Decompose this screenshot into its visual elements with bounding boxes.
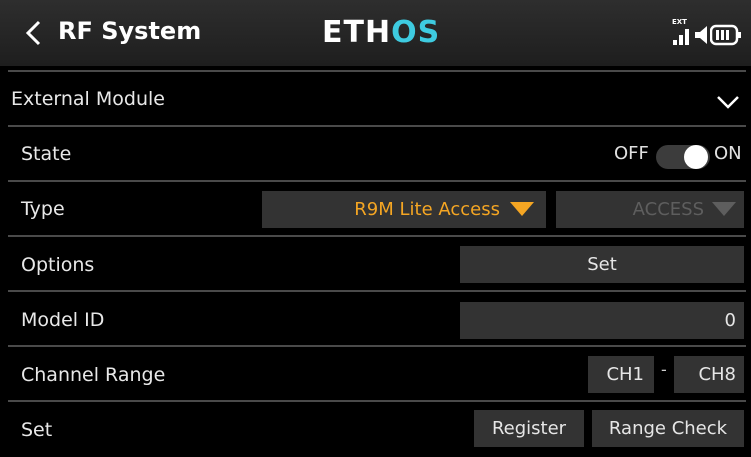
protocol-select: ACCESS [556,191,744,228]
register-button[interactable]: Register [474,410,584,447]
dropdown-arrow-icon [712,202,736,216]
ext-indicator: EXT [672,18,687,26]
model-id-value: 0 [724,310,736,331]
page-title: RF System [58,17,202,45]
options-set-button[interactable]: Set [460,246,744,283]
divider [8,70,746,72]
set-label: Set [21,419,53,441]
type-label: Type [21,198,65,220]
module-type-select[interactable]: R9M Lite Access [262,191,546,228]
back-icon[interactable] [22,20,46,46]
header-bar: RF System ETHOS EXT [0,0,751,66]
divider [8,345,746,347]
toggle-knob[interactable] [684,145,708,169]
logo-primary: ETH [322,15,392,50]
battery-icon [710,24,741,46]
chevron-down-icon[interactable] [716,94,740,110]
divider [8,180,746,182]
range-check-button[interactable]: Range Check [592,410,744,447]
ethos-logo: ETHOS [322,15,440,50]
channel-end-value: CH8 [698,364,736,385]
divider [8,290,746,292]
model-id-label: Model ID [21,309,105,331]
status-icons: EXT [672,18,742,48]
channel-range-separator: - [661,360,667,379]
speaker-icon [695,26,707,44]
signal-icon [673,29,689,45]
protocol-value: ACCESS [632,199,704,220]
channel-end-field[interactable]: CH8 [674,356,744,393]
section-external-module[interactable]: External Module [11,88,165,110]
dropdown-arrow-icon [510,202,534,216]
options-label: Options [21,254,95,276]
toggle-on-text: ON [714,143,742,164]
state-label: State [21,143,72,165]
model-id-field[interactable]: 0 [460,302,744,339]
channel-start-field[interactable]: CH1 [588,356,654,393]
divider [8,125,746,127]
module-type-value: R9M Lite Access [354,199,500,220]
divider [8,235,746,237]
divider [8,400,746,402]
toggle-off-text: OFF [614,143,649,164]
channel-start-value: CH1 [606,364,644,385]
channel-range-label: Channel Range [21,364,166,386]
logo-accent: OS [391,15,441,50]
